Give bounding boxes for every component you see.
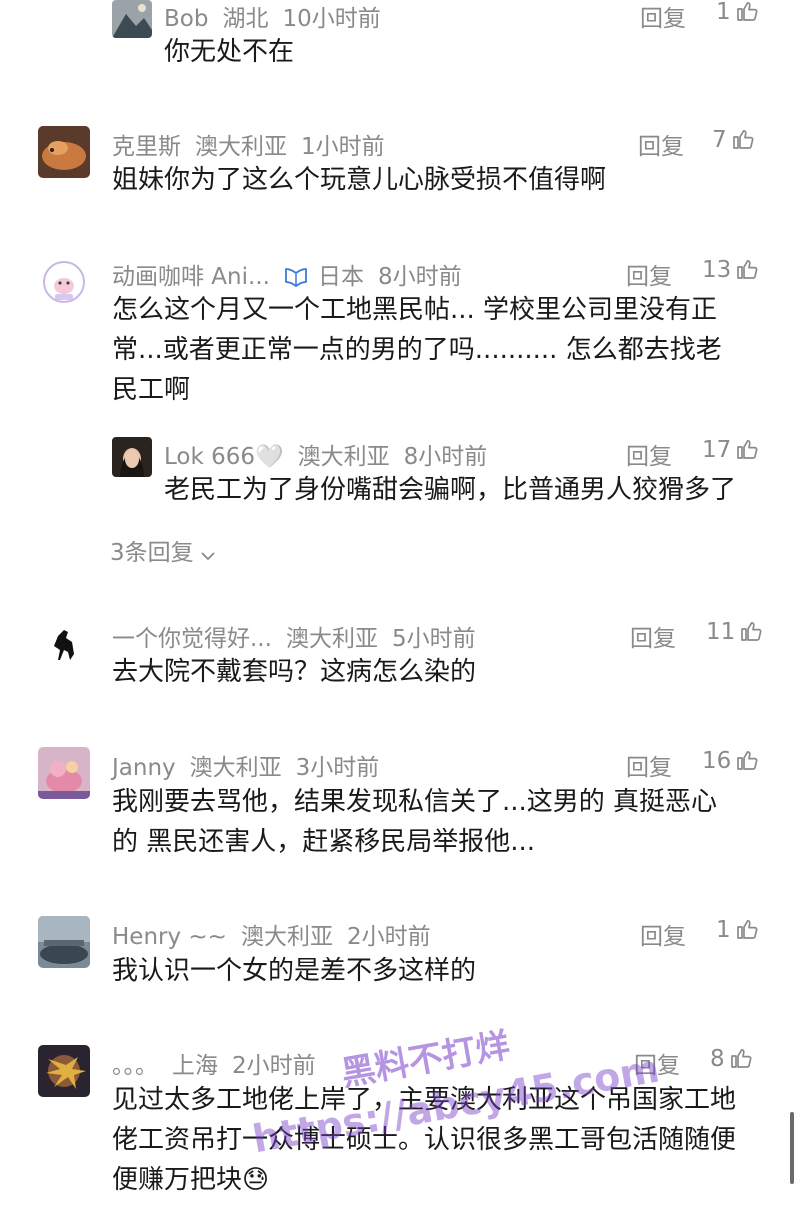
username[interactable]: Lok 666🤍	[164, 444, 284, 470]
comment-meta: 。。。 上海 2小时前	[112, 1046, 330, 1080]
timestamp: 10小时前	[282, 6, 381, 32]
reply-button[interactable]: 回复	[626, 748, 672, 782]
avatar[interactable]	[38, 916, 90, 968]
reply-button[interactable]: 回复	[640, 0, 686, 33]
comment-meta: 动画咖啡 Ani... 日本 8小时前	[112, 257, 476, 291]
reply-button[interactable]: 回复	[626, 437, 672, 471]
like-count: 8	[710, 1046, 725, 1072]
avatar[interactable]	[38, 747, 90, 799]
thumbs-up-icon	[737, 750, 758, 770]
like-button[interactable]: 7	[712, 127, 755, 153]
thumbs-up-icon	[730, 1048, 752, 1068]
comment-meta: Lok 666🤍 澳大利亚 8小时前	[164, 437, 501, 471]
location: 澳大利亚	[297, 444, 390, 470]
comment-text: 老民工为了身份嘴甜会骗啊，比普通男人狡猾多了	[164, 475, 737, 505]
timestamp: 2小时前	[232, 1053, 316, 1079]
scrollbar[interactable]	[790, 1112, 794, 1184]
reply-button[interactable]: 回复	[634, 1046, 680, 1080]
comment-meta: 克里斯 澳大利亚 1小时前	[112, 127, 399, 161]
comment-meta: Henry ~~ 澳大利亚 2小时前	[112, 917, 445, 951]
reply-button[interactable]: 回复	[626, 257, 672, 291]
comment-text: 我刚要去骂他，结果发现私信关了...这男的 真挺恶心 的 黑民还害人，赶紧移民局…	[112, 787, 718, 857]
timestamp: 3小时前	[295, 755, 380, 781]
username[interactable]: 。。。	[112, 1053, 158, 1079]
thumbs-up-icon	[736, 1, 758, 21]
like-button[interactable]: 1	[716, 917, 759, 943]
username[interactable]: 一个你觉得好...	[112, 626, 272, 652]
avatar[interactable]	[38, 618, 90, 670]
reply-button[interactable]: 回复	[638, 127, 684, 161]
username[interactable]: 克里斯	[112, 134, 181, 160]
comment-meta: Bob 湖北 10小时前	[164, 0, 395, 33]
thumbs-up-icon	[737, 259, 758, 279]
reply-button[interactable]: 回复	[640, 917, 686, 951]
comment-text: 见过太多工地佬上岸了，主要澳大利亚这个吊国家工地 佬工资吊打一众博士硕士。认识很…	[112, 1085, 737, 1195]
chevron-down-icon	[201, 552, 215, 561]
like-button[interactable]: 11	[706, 619, 763, 645]
location: 澳大利亚	[240, 924, 333, 950]
comment-meta: Janny 澳大利亚 3小时前	[112, 748, 393, 782]
more-replies-button[interactable]: 3条回复	[110, 533, 216, 567]
like-count: 16	[702, 748, 732, 774]
like-count: 1	[716, 0, 731, 25]
like-button[interactable]: 8	[710, 1046, 753, 1072]
location: 上海	[172, 1053, 218, 1079]
location: 澳大利亚	[195, 134, 287, 160]
comment-text: 姐妹你为了这么个玩意儿心脉受损不值得啊	[112, 165, 607, 195]
username[interactable]: Bob	[164, 6, 208, 32]
location: 湖北	[222, 6, 269, 32]
like-button[interactable]: 17	[702, 437, 759, 463]
location: 日本	[317, 264, 364, 290]
like-button[interactable]: 16	[702, 748, 759, 774]
like-count: 13	[702, 257, 732, 283]
thumbs-up-icon	[741, 621, 762, 641]
like-count: 7	[712, 127, 727, 153]
username[interactable]: Janny	[112, 755, 176, 781]
verified-badge-icon	[285, 268, 307, 287]
like-button[interactable]: 1	[716, 0, 759, 25]
username[interactable]: 动画咖啡 Ani...	[112, 264, 270, 290]
avatar[interactable]	[38, 126, 90, 178]
reply-button[interactable]: 回复	[630, 619, 676, 653]
comment-text: 怎么这个月又一个工地黑民帖... 学校里公司里没有正 常...或者更正常一点的男…	[112, 295, 722, 405]
like-button[interactable]: 13	[702, 257, 759, 283]
comment-text: 去大院不戴套吗？这病怎么染的	[112, 657, 477, 687]
like-count: 17	[702, 437, 732, 463]
avatar[interactable]	[38, 256, 90, 308]
timestamp: 2小时前	[346, 924, 431, 950]
thumbs-up-icon	[737, 439, 758, 459]
thumbs-up-icon	[736, 919, 758, 939]
timestamp: 8小时前	[403, 444, 488, 470]
timestamp: 1小时前	[301, 134, 385, 160]
location: 澳大利亚	[189, 755, 282, 781]
comment-text: 我认识一个女的是差不多这样的	[112, 956, 477, 986]
username[interactable]: Henry ~~	[112, 924, 227, 950]
timestamp: 5小时前	[391, 626, 476, 652]
avatar[interactable]	[38, 1045, 90, 1097]
comment-text: 你无处不在	[164, 37, 295, 67]
avatar[interactable]	[112, 0, 152, 38]
avatar[interactable]	[112, 437, 152, 477]
thumbs-up-icon	[732, 129, 754, 149]
like-count: 1	[716, 917, 731, 943]
comment-meta: 一个你觉得好... 澳大利亚 5小时前	[112, 619, 490, 653]
like-count: 11	[706, 619, 736, 645]
location: 澳大利亚	[285, 626, 378, 652]
timestamp: 8小时前	[377, 264, 462, 290]
